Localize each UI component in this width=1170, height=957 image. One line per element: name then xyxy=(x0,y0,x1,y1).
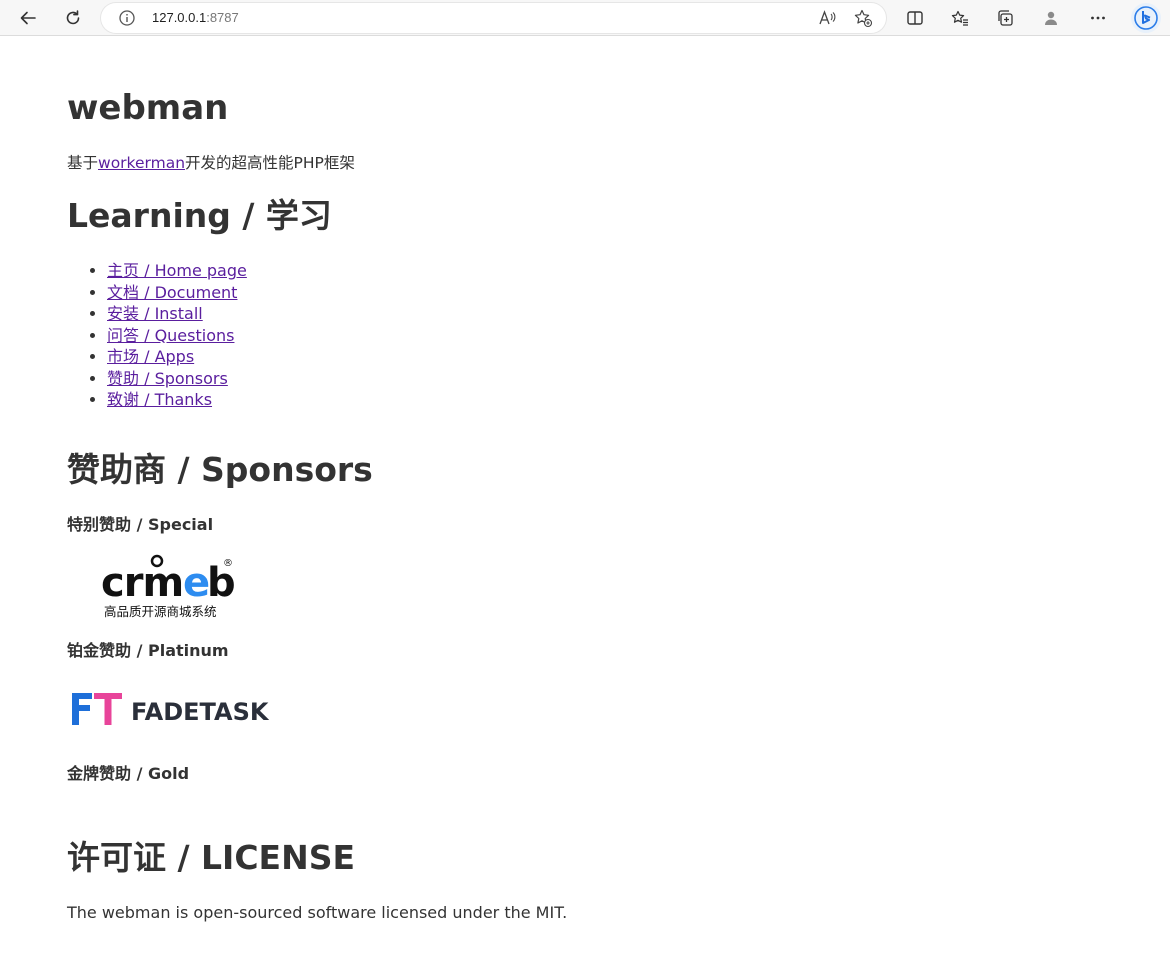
gold-sponsor-label: 金牌赞助 / Gold xyxy=(67,764,190,783)
list-item: 市场 / Apps xyxy=(107,346,247,368)
split-screen-icon[interactable] xyxy=(901,4,929,32)
back-icon[interactable] xyxy=(14,4,42,32)
list-item: 赞助 / Sponsors xyxy=(107,368,247,390)
fadetask-logo-text: FADETASK xyxy=(131,698,270,726)
more-icon[interactable] xyxy=(1084,4,1112,32)
special-sponsor-label: 特别赞助 / Special xyxy=(67,515,214,534)
crmeb-tagline: 高品质开源商城系统 xyxy=(104,604,217,619)
svg-text:crm: crm xyxy=(101,560,183,606)
url-host: 127.0.0.1 xyxy=(152,10,207,25)
crmeb-logo: crm e b ® 高品质开源商城系统 xyxy=(101,554,236,619)
license-text: The webman is open-sourced software lice… xyxy=(67,903,568,922)
home-page-link[interactable]: 主页 / Home page xyxy=(107,261,247,280)
sponsors-link[interactable]: 赞助 / Sponsors xyxy=(107,369,228,388)
url-port: :8787 xyxy=(206,10,239,25)
platinum-sponsor-label: 铂金赞助 / Platinum xyxy=(67,641,229,660)
url-text[interactable]: 127.0.0.1:8787 xyxy=(152,10,239,25)
apps-link[interactable]: 市场 / Apps xyxy=(107,347,194,366)
intro-text: 基于workerman开发的超高性能PHP框架 xyxy=(67,153,355,173)
favorites-icon[interactable] xyxy=(946,4,974,32)
bing-icon[interactable] xyxy=(1131,3,1161,33)
list-item: 主页 / Home page xyxy=(107,260,247,282)
workerman-link[interactable]: workerman xyxy=(98,154,185,172)
page-title: webman xyxy=(67,88,229,128)
intro-prefix: 基于 xyxy=(67,154,99,172)
info-icon[interactable] xyxy=(118,9,136,27)
list-item: 文档 / Document xyxy=(107,282,247,304)
list-item: 安装 / Install xyxy=(107,303,247,325)
document-link[interactable]: 文档 / Document xyxy=(107,283,237,302)
intro-suffix: 开发的超高性能PHP框架 xyxy=(185,154,355,172)
questions-link[interactable]: 问答 / Questions xyxy=(107,326,234,345)
collections-icon[interactable] xyxy=(991,4,1019,32)
list-item: 致谢 / Thanks xyxy=(107,389,247,411)
add-favorite-icon[interactable] xyxy=(853,8,873,28)
fadetask-logo: FADETASK xyxy=(72,693,270,726)
svg-text:®: ® xyxy=(223,558,233,569)
learning-links-list: 主页 / Home page 文档 / Document 安装 / Instal… xyxy=(89,260,247,411)
list-item: 问答 / Questions xyxy=(107,325,247,347)
sponsors-heading: 赞助商 / Sponsors xyxy=(67,450,373,489)
learning-heading: Learning / 学习 xyxy=(67,196,332,235)
thanks-link[interactable]: 致谢 / Thanks xyxy=(107,390,212,409)
install-link[interactable]: 安装 / Install xyxy=(107,304,203,323)
read-aloud-icon[interactable] xyxy=(817,8,837,28)
address-bar[interactable]: 127.0.0.1:8787 xyxy=(101,3,886,33)
refresh-icon[interactable] xyxy=(59,4,87,32)
profile-icon[interactable] xyxy=(1037,4,1065,32)
license-heading: 许可证 / LICENSE xyxy=(67,838,356,877)
browser-toolbar: 127.0.0.1:8787 xyxy=(0,0,1170,36)
